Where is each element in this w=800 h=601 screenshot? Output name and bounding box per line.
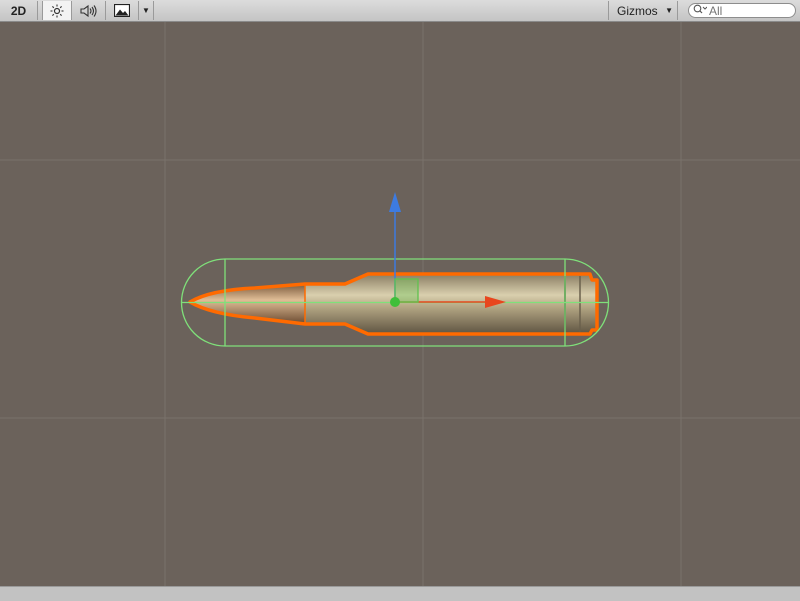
scene-effects-toggle[interactable] xyxy=(106,1,138,20)
center-handle[interactable] xyxy=(390,297,400,307)
search-icon xyxy=(693,4,708,17)
image-icon xyxy=(114,4,130,17)
y-axis-arrow-icon[interactable] xyxy=(389,192,401,212)
gizmos-label: Gizmos xyxy=(617,3,658,18)
2d-mode-button[interactable]: 2D xyxy=(0,1,38,20)
bottom-status-bar xyxy=(0,586,800,601)
search-input[interactable] xyxy=(707,3,789,18)
scene-lighting-toggle[interactable] xyxy=(42,1,72,20)
dropdown-arrow-icon: ▼ xyxy=(665,6,673,15)
gizmos-dropdown[interactable]: Gizmos ▼ xyxy=(608,1,678,20)
scene-toolbar: 2D ▼ Gizmos ▼ xyxy=(0,0,800,22)
hierarchy-search-field[interactable] xyxy=(688,3,796,18)
scene-canvas xyxy=(0,22,800,586)
2d-mode-label: 2D xyxy=(10,3,27,18)
scene-audio-toggle[interactable] xyxy=(72,1,106,20)
scene-viewport[interactable] xyxy=(0,22,800,586)
sun-icon xyxy=(50,4,64,17)
effects-dropdown[interactable]: ▼ xyxy=(138,1,154,20)
speaker-icon xyxy=(79,4,97,17)
dropdown-arrow-icon: ▼ xyxy=(142,6,150,15)
